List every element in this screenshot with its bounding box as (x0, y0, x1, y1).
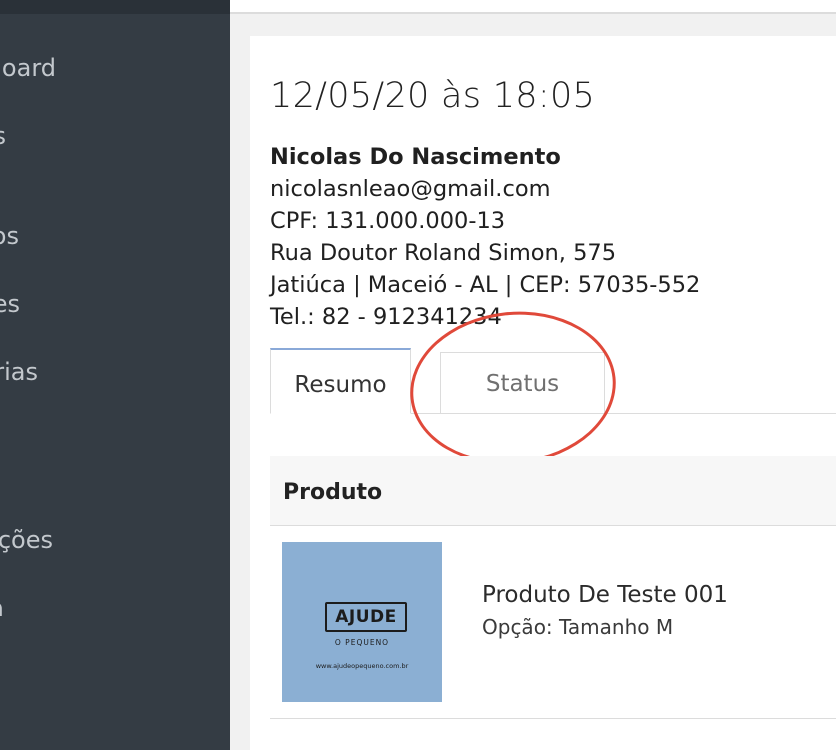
sidebar-header (0, 0, 230, 14)
sidebar-item-pedidos[interactable]: os (0, 116, 230, 156)
tab-status[interactable]: Status (440, 352, 605, 414)
sidebar-item-categorias[interactable]: orias (0, 352, 230, 392)
order-tabs: Resumo Status (270, 348, 836, 414)
customer-location: Jatiúca | Maceió - AL | CEP: 57035-552 (270, 272, 701, 298)
brand-logo-subtitle: O PEQUENO (334, 638, 390, 647)
sidebar-item-label: os (0, 116, 6, 156)
sidebar-item-clientes[interactable]: s (0, 420, 230, 460)
table-row: AJUDE O PEQUENO www.ajudeopequeno.com.br… (270, 526, 836, 719)
sidebar-item-loja[interactable]: loja (0, 588, 230, 628)
customer-email: nicolasnleao@gmail.com (270, 176, 551, 202)
order-datetime: 12/05/20 às 18:05 (270, 76, 596, 116)
sidebar-item-produtos[interactable]: tos (0, 216, 230, 256)
sidebar-item-label: oard (1, 54, 56, 82)
customer-address: Rua Doutor Roland Simon, 575 (270, 240, 617, 266)
customer-name: Nicolas Do Nascimento (270, 144, 561, 170)
table-header: Produto (270, 456, 836, 526)
sidebar-item-configuracoes[interactable]: urações (0, 520, 230, 560)
order-detail-card: 12/05/20 às 18:05 Nicolas Do Nascimento … (250, 36, 836, 750)
top-bar (230, 0, 836, 14)
column-header-produto: Produto (283, 480, 383, 505)
sidebar-item-label: ues (0, 290, 20, 318)
product-info: Produto De Teste 001 Opção: Tamanho M (482, 578, 728, 642)
sidebar-item-label: loja (0, 588, 4, 628)
sidebar-item-dashboard[interactable]: oard (0, 48, 230, 88)
brand-logo-url: www.ajudeopequeno.com.br (315, 662, 409, 670)
sidebar-item-label: urações (0, 526, 53, 554)
sidebar: oard os tos ues orias s urações loja (0, 0, 230, 750)
tab-resumo[interactable]: Resumo (270, 348, 411, 414)
product-option: Opção: Tamanho M (482, 615, 674, 639)
product-image[interactable]: AJUDE O PEQUENO www.ajudeopequeno.com.br (282, 542, 442, 702)
sidebar-item-label: tos (0, 222, 19, 250)
brand-logo: AJUDE (325, 602, 407, 632)
customer-cpf: CPF: 131.000.000-13 (270, 208, 506, 234)
sidebar-item-label: orias (0, 358, 38, 386)
product-name: Produto De Teste 001 (482, 582, 728, 608)
customer-phone: Tel.: 82 - 912341234 (270, 304, 502, 330)
customer-info: Nicolas Do Nascimento nicolasnleao@gmail… (270, 141, 700, 333)
sidebar-item-estoques[interactable]: ues (0, 284, 230, 324)
